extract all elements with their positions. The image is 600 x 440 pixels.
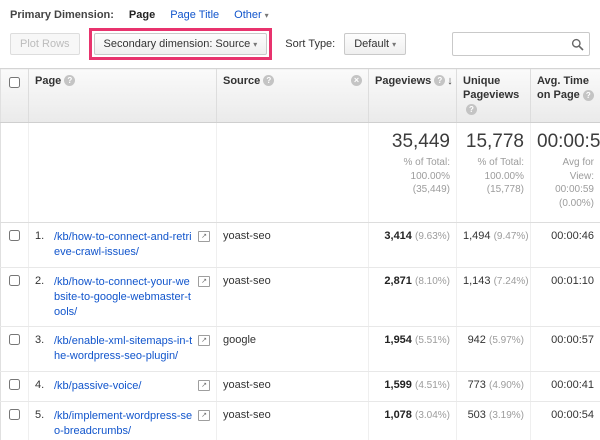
table-row: 5. /kb/implement-wordpress-seo-breadcrumb… bbox=[0, 401, 600, 440]
pageviews-percent: (4.51%) bbox=[414, 380, 450, 392]
column-header-source[interactable]: Source? × bbox=[216, 67, 369, 124]
select-all-cell bbox=[0, 67, 29, 124]
source-value: yoast-seo bbox=[216, 371, 369, 402]
unique-pageviews-value: 1,143 bbox=[463, 274, 491, 287]
source-value: yoast-seo bbox=[216, 401, 369, 440]
plot-rows-button[interactable]: Plot Rows bbox=[10, 33, 80, 55]
chevron-down-icon: ▾ bbox=[392, 39, 397, 49]
primary-dimension-label: Primary Dimension: bbox=[10, 9, 114, 21]
unique-pageviews-total-sub: % of Total: 100.00% (15,778) bbox=[477, 157, 524, 196]
open-page-icon[interactable]: ↗ bbox=[198, 275, 210, 287]
unique-pageviews-value: 503 bbox=[467, 408, 486, 421]
primary-dimension-page[interactable]: Page bbox=[129, 9, 155, 21]
page-link[interactable]: /kb/passive-voice/ bbox=[54, 379, 194, 394]
table-row: 3. /kb/enable-xml-sitemaps-in-the-wordpre… bbox=[0, 326, 600, 373]
annotation-highlight-box: Secondary dimension: Source ▾ bbox=[88, 28, 273, 60]
sort-type-button[interactable]: Default ▾ bbox=[344, 33, 407, 55]
remove-secondary-dimension-icon[interactable]: × bbox=[351, 75, 362, 86]
pageviews-percent: (8.10%) bbox=[414, 275, 450, 287]
column-header-avg-time[interactable]: Avg. Time on Page? bbox=[530, 67, 600, 124]
open-page-icon[interactable]: ↗ bbox=[198, 231, 210, 243]
avg-time-value: 00:00:41 bbox=[530, 371, 600, 402]
report-toolbar: Plot Rows Secondary dimension: Source ▾ S… bbox=[0, 26, 600, 68]
unique-pageviews-total: 15,778 bbox=[465, 131, 524, 153]
row-checkbox[interactable] bbox=[9, 408, 20, 420]
search-input[interactable] bbox=[453, 34, 571, 54]
row-index: 1. bbox=[35, 230, 45, 243]
column-header-page[interactable]: Page? bbox=[28, 67, 217, 124]
row-checkbox[interactable] bbox=[9, 334, 20, 346]
pageviews-value: 1,599 bbox=[384, 379, 412, 392]
avg-time-total-sub: Avg for View: 00:00:59 (0.00%) bbox=[555, 157, 594, 209]
page-link[interactable]: /kb/implement-wordpress-seo-breadcrumbs/ bbox=[54, 409, 194, 439]
select-all-checkbox[interactable] bbox=[9, 77, 20, 88]
avg-time-value: 00:00:46 bbox=[530, 222, 600, 268]
avg-time-value: 00:00:54 bbox=[530, 401, 600, 440]
row-checkbox[interactable] bbox=[9, 230, 20, 242]
unique-pageviews-value: 773 bbox=[467, 379, 486, 392]
table-row: 1. /kb/how-to-connect-and-retrieve-crawl-… bbox=[0, 222, 600, 268]
row-checkbox[interactable] bbox=[9, 274, 20, 286]
source-value: yoast-seo bbox=[216, 222, 369, 268]
open-page-icon[interactable]: ↗ bbox=[198, 335, 210, 347]
pageviews-percent: (9.63%) bbox=[414, 231, 450, 243]
sort-descending-icon: ↓ bbox=[447, 75, 453, 87]
primary-dimension-other[interactable]: Other ▾ bbox=[234, 9, 269, 21]
avg-time-value: 00:01:10 bbox=[530, 267, 600, 328]
page-link[interactable]: /kb/enable-xml-sitemaps-in-the-wordpress… bbox=[54, 334, 194, 364]
chevron-down-icon: ▾ bbox=[264, 11, 269, 20]
report-table: Page? Source? × Pageviews? ↓ Unique Pagevi… bbox=[0, 67, 600, 440]
help-icon[interactable]: ? bbox=[434, 75, 446, 86]
row-index: 5. bbox=[35, 408, 45, 421]
unique-pageviews-percent: (5.97%) bbox=[488, 335, 524, 347]
pageviews-total-sub: % of Total: 100.00% (35,449) bbox=[403, 157, 450, 196]
summary-row: 35,449 % of Total: 100.00% (35,449) 15,77… bbox=[0, 122, 600, 224]
unique-pageviews-percent: (9.47%) bbox=[493, 231, 529, 243]
open-page-icon[interactable]: ↗ bbox=[198, 380, 210, 392]
sort-type-label: Sort Type: bbox=[285, 38, 336, 50]
help-icon[interactable]: ? bbox=[466, 103, 477, 115]
row-index: 2. bbox=[35, 274, 45, 287]
search-icon[interactable] bbox=[571, 38, 584, 51]
unique-pageviews-value: 942 bbox=[467, 334, 486, 347]
table-row: 4. /kb/passive-voice/ ↗ yoast-seo 1,599 (4… bbox=[0, 371, 600, 402]
page-link[interactable]: /kb/how-to-connect-your-website-to-googl… bbox=[54, 275, 194, 320]
chevron-down-icon: ▾ bbox=[253, 39, 258, 49]
table-search bbox=[452, 32, 590, 56]
pageviews-percent: (3.04%) bbox=[414, 409, 450, 421]
secondary-dimension-button[interactable]: Secondary dimension: Source ▾ bbox=[93, 33, 268, 55]
unique-pageviews-value: 1,494 bbox=[463, 230, 491, 243]
unique-pageviews-percent: (3.19%) bbox=[488, 409, 524, 421]
pageviews-value: 1,078 bbox=[384, 408, 412, 421]
row-index: 3. bbox=[35, 334, 45, 347]
pageviews-value: 2,871 bbox=[384, 274, 412, 287]
pageviews-percent: (5.51%) bbox=[414, 335, 450, 347]
pageviews-total: 35,449 bbox=[391, 131, 450, 153]
avg-time-total: 00:00:59 bbox=[537, 131, 600, 153]
row-index: 4. bbox=[35, 379, 45, 392]
table-header-row: Page? Source? × Pageviews? ↓ Unique Pagevi… bbox=[0, 67, 600, 124]
column-header-unique-pageviews[interactable]: Unique Pageviews? bbox=[456, 67, 531, 124]
unique-pageviews-percent: (4.90%) bbox=[488, 380, 524, 392]
help-icon[interactable]: ? bbox=[263, 75, 275, 86]
primary-dimension-page-title[interactable]: Page Title bbox=[170, 9, 219, 21]
page-link[interactable]: /kb/how-to-connect-and-retrieve-crawl-is… bbox=[54, 230, 194, 260]
pageviews-value: 3,414 bbox=[384, 230, 412, 243]
unique-pageviews-percent: (7.24%) bbox=[493, 275, 529, 287]
help-icon[interactable]: ? bbox=[582, 89, 594, 101]
source-value: yoast-seo bbox=[216, 267, 369, 328]
row-checkbox[interactable] bbox=[9, 379, 20, 391]
avg-time-value: 00:00:57 bbox=[530, 326, 600, 373]
source-value: google bbox=[216, 326, 369, 373]
pageviews-value: 1,954 bbox=[384, 334, 412, 347]
open-page-icon[interactable]: ↗ bbox=[198, 409, 210, 421]
table-row: 2. /kb/how-to-connect-your-website-to-goo… bbox=[0, 267, 600, 328]
help-icon[interactable]: ? bbox=[64, 75, 76, 86]
primary-dimension-bar: Primary Dimension: Page Page Title Other… bbox=[0, 0, 600, 26]
column-header-pageviews[interactable]: Pageviews? ↓ bbox=[368, 67, 457, 124]
